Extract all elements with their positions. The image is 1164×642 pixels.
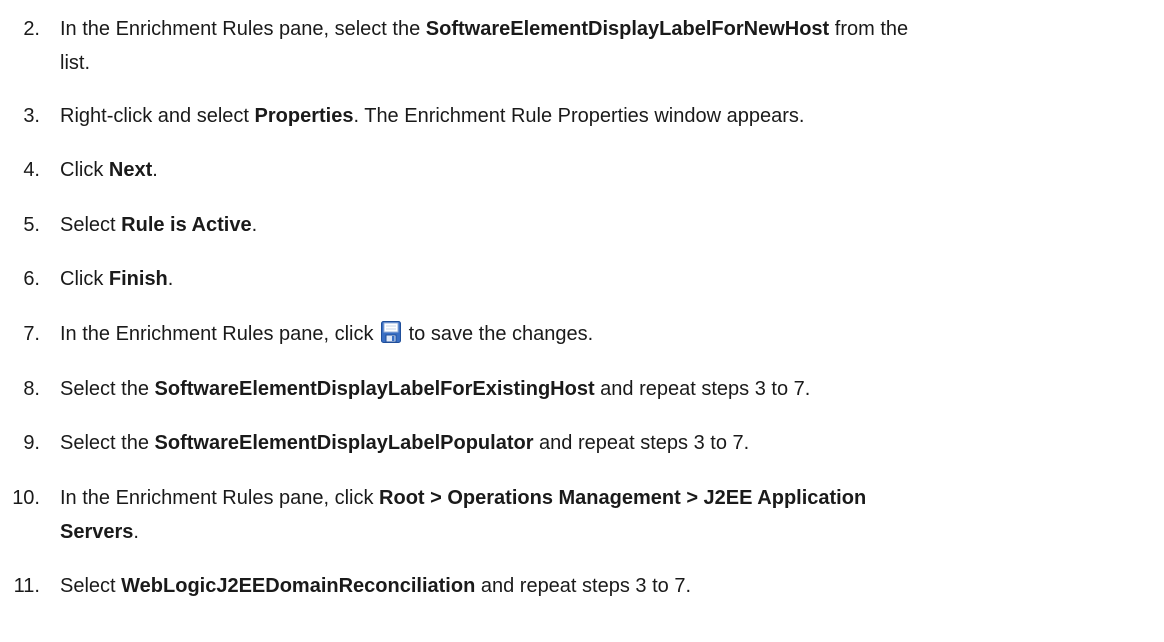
step-number: 5. xyxy=(23,214,40,236)
ui-term: SoftwareElementDisplayLabelForNewHost xyxy=(425,18,830,40)
text-run: and repeat steps 3 to 7. xyxy=(594,378,811,400)
ui-term: Next xyxy=(108,159,153,181)
step-number: 2. xyxy=(23,18,40,40)
text-run: Select xyxy=(60,575,122,597)
ui-term: Rule is Active xyxy=(121,214,252,236)
save-icon[interactable] xyxy=(381,320,402,343)
text-run: and repeat steps 3 to 7. xyxy=(533,432,750,454)
text-run: Select xyxy=(60,214,122,236)
text-run: and repeat steps 3 to 7. xyxy=(475,575,691,597)
text-run: Click xyxy=(60,268,109,290)
text-run: . xyxy=(152,159,158,181)
text-run: Select the xyxy=(60,432,155,454)
ui-term: Properties xyxy=(254,105,354,127)
text-run: In the Enrichment Rules pane, select the xyxy=(60,18,426,40)
text-run: Select the xyxy=(60,378,155,400)
text-run: In the Enrichment Rules pane, click xyxy=(60,323,380,345)
text-run: to save the changes. xyxy=(403,323,594,345)
step-text: Click Next. xyxy=(60,153,1160,187)
text-run: . xyxy=(133,521,139,543)
text-run: Click xyxy=(60,159,109,181)
step-number: 7. xyxy=(23,323,40,345)
text-run: . xyxy=(251,214,258,236)
text-run: Right-click and select xyxy=(60,105,255,127)
text-run: list. xyxy=(60,52,90,74)
text-run: In the Enrichment Rules pane, click xyxy=(60,487,380,509)
step-text: In the Enrichment Rules pane, click to s… xyxy=(60,317,1160,351)
step-number: 10. xyxy=(12,487,40,509)
step-text: Select the SoftwareElementDisplayLabelFo… xyxy=(60,372,1160,406)
step-text: Select WebLogicJ2EEDomainReconciliation … xyxy=(60,569,1160,603)
step-number: 9. xyxy=(23,432,40,454)
ui-term: WebLogicJ2EEDomainReconciliation xyxy=(121,575,476,597)
step-text: Click Finish. xyxy=(60,262,1160,296)
step-text: In the Enrichment Rules pane, select the… xyxy=(60,12,1160,46)
ui-term: Servers xyxy=(60,521,134,543)
step-text: Select Rule is Active. xyxy=(60,208,1160,242)
step-text: In the Enrichment Rules pane, click Root… xyxy=(60,481,1160,515)
text-run: . The Enrichment Rule Properties window … xyxy=(353,105,805,127)
step-number: 8. xyxy=(23,378,40,400)
step-text: Select the SoftwareElementDisplayLabelPo… xyxy=(60,426,1160,460)
ui-term: SoftwareElementDisplayLabelPopulator xyxy=(154,432,534,454)
step-text: Right-click and select Properties. The E… xyxy=(60,99,1160,133)
step-number: 4. xyxy=(23,159,40,181)
ui-term: Finish xyxy=(108,268,168,290)
ui-term: SoftwareElementDisplayLabelForExistingHo… xyxy=(154,378,595,400)
step-number: 6. xyxy=(23,268,40,290)
text-run: from the xyxy=(829,18,909,40)
text-run: . xyxy=(167,268,174,290)
step-number: 11. xyxy=(13,575,40,597)
step-number: 3. xyxy=(23,105,40,127)
ui-term: Root > Operations Management > J2EE Appl… xyxy=(379,487,867,509)
